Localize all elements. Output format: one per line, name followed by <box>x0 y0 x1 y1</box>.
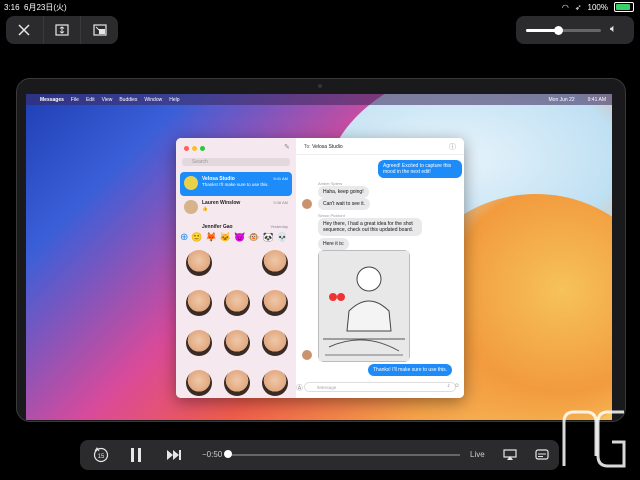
volume-knob[interactable] <box>554 26 563 35</box>
messages-sidebar: ✎ Search Velosa Studio 9:41 AM Thanks! I… <box>176 138 296 398</box>
scrubber-knob[interactable] <box>224 450 232 458</box>
pip-icon <box>93 24 107 36</box>
mac-screen: Messages File Edit View Buddies Window H… <box>26 94 612 420</box>
conversation-item: Velosa Studio 9:41 AM Thanks! I'll make … <box>180 172 292 196</box>
message-bubble: Agreed! Excited to capture this mood in … <box>378 160 462 178</box>
compose-icon: ✎ <box>284 144 290 151</box>
memoji-sticker[interactable] <box>186 290 212 316</box>
menu-app-name: Messages <box>40 96 64 103</box>
menu-time: 9:41 AM <box>587 97 606 103</box>
captions-button[interactable] <box>532 446 552 464</box>
menu-date: Mon Jun 22 <box>548 97 575 103</box>
memoji-icon: 🙂 <box>191 231 203 242</box>
location-icon: ➶ <box>574 2 582 12</box>
airplay-button[interactable] <box>500 446 520 464</box>
devil-icon: 😈 <box>234 231 246 242</box>
menu-window: Window <box>144 96 163 103</box>
wifi-icon: ◠ <box>561 2 569 12</box>
logo-watermark-mark <box>562 410 626 468</box>
close-icon <box>18 24 30 36</box>
storyboard-sketch <box>319 251 409 361</box>
avatar <box>302 199 312 209</box>
add-memoji-icon: ⊕ <box>180 231 189 243</box>
skip-forward-button[interactable] <box>164 446 184 464</box>
minimize-window-icon <box>192 146 197 151</box>
menu-view: View <box>101 96 113 103</box>
status-time: 3:16 <box>4 3 20 12</box>
memoji-sticker-grid <box>176 246 296 398</box>
captions-icon <box>535 449 549 460</box>
fox-icon: 🦊 <box>205 231 217 242</box>
memoji-sticker[interactable] <box>186 250 212 276</box>
volume-control: 🔈︎ <box>516 16 634 44</box>
audio-icon: ♪ <box>447 383 450 389</box>
battery-icon <box>614 2 634 12</box>
menu-file: File <box>70 96 79 103</box>
live-label: Live <box>470 450 485 459</box>
memoji-sticker[interactable] <box>224 370 250 396</box>
skip-back-button[interactable]: 15 <box>90 446 112 464</box>
menu-buddies: Buddies <box>119 96 138 103</box>
conversation-item: Lauren Winslow 9:38 AM 👍 <box>180 196 292 220</box>
player-top-controls <box>6 16 118 44</box>
message-bubble: Can't wait to see it. <box>318 198 371 210</box>
airplay-icon <box>503 449 517 460</box>
memoji-tray-header: ⊕ 🙂 🦊 🐱 😈 🐵 🐼 💀 <box>176 230 296 244</box>
volume-slider[interactable] <box>526 26 601 35</box>
aspect-fit-button[interactable] <box>44 16 82 44</box>
memoji-sticker[interactable] <box>186 330 212 356</box>
memoji-sticker[interactable] <box>262 330 288 356</box>
time-remaining: −0:50 <box>202 450 223 459</box>
aspect-fit-icon <box>55 24 69 36</box>
skip-back-seconds: 15 <box>98 454 105 460</box>
search-input: Search <box>182 158 290 166</box>
ipad-status-bar: 3:16 6月23日(火) ◠ ➶ 100% <box>0 0 640 14</box>
memoji-sticker[interactable] <box>224 290 250 316</box>
app-store-icon: Ⓐ <box>296 385 303 392</box>
panda-icon: 🐼 <box>262 231 274 242</box>
menu-edit: Edit <box>85 96 95 103</box>
playback-controls: 15 −0:50 Live <box>80 440 559 470</box>
emoji-icon: ☺ <box>453 383 460 389</box>
logo-watermark <box>556 404 632 474</box>
message-bubble: Haha, keep going! <box>318 186 369 198</box>
conversation-item: Jennifer Gao Yesterday <box>202 224 288 230</box>
fast-forward-icon <box>167 450 181 460</box>
message-bubble: Hey there, I had a great idea for the sh… <box>318 218 422 236</box>
mac-menu-bar: Messages File Edit View Buddies Window H… <box>26 94 612 105</box>
skip-back-15-icon: 15 <box>93 447 109 463</box>
skull-icon: 💀 <box>276 231 288 242</box>
cat-icon: 🐱 <box>219 231 232 242</box>
picture-in-picture-button[interactable] <box>81 16 118 44</box>
memoji-sticker[interactable] <box>186 370 212 396</box>
memoji-sticker[interactable] <box>262 290 288 316</box>
avatar <box>184 200 198 214</box>
close-button[interactable] <box>6 16 44 44</box>
storyboard-image[interactable] <box>318 250 410 362</box>
monkey-icon: 🐵 <box>248 231 260 242</box>
avatar <box>302 350 312 360</box>
status-date: 6月23日(火) <box>24 3 67 12</box>
info-icon: ⓘ <box>449 144 456 151</box>
camera-dot <box>318 84 322 88</box>
message-input[interactable]: iMessage <box>304 382 456 392</box>
zoom-window-icon <box>200 146 205 151</box>
close-window-icon <box>184 146 189 151</box>
speaker-icon: 🔈︎ <box>610 23 617 35</box>
pause-button[interactable] <box>126 446 146 464</box>
battery-percent: 100% <box>587 2 608 12</box>
message-bubble: Thanks! I'll make sure to use this. <box>368 364 453 376</box>
menu-help: Help <box>169 96 180 103</box>
avatar <box>184 176 198 190</box>
messages-window: ✎ Search Velosa Studio 9:41 AM Thanks! I… <box>176 138 464 398</box>
scrubber-track[interactable] <box>226 454 460 456</box>
recipient-name: Velosa Studio <box>312 144 343 150</box>
chat-pane: To: Velosa Studio ⓘ Agreed! Excited to c… <box>296 138 464 398</box>
message-bubble: Here it is: <box>318 238 350 250</box>
memoji-sticker[interactable] <box>224 330 250 356</box>
memoji-sticker[interactable] <box>262 250 288 276</box>
pause-icon <box>131 448 141 462</box>
memoji-sticker[interactable] <box>262 370 288 396</box>
